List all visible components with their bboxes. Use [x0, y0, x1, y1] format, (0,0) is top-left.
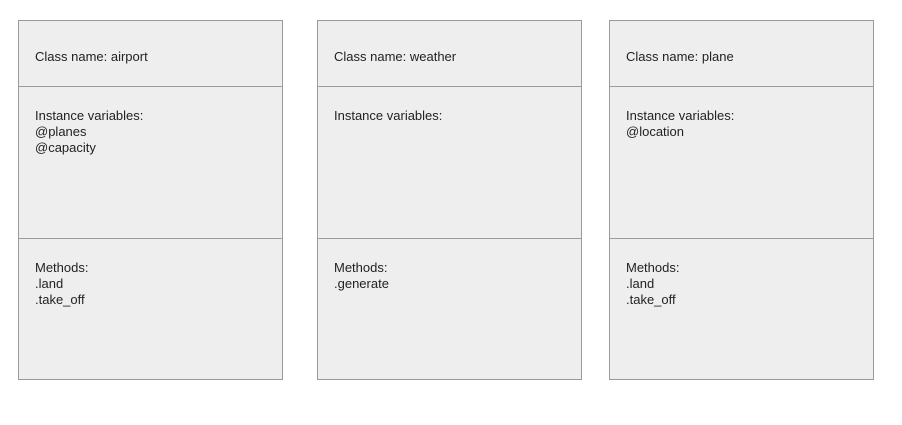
method: .land — [35, 276, 64, 291]
class-name-section: Class name: weather — [318, 21, 581, 86]
instance-variables-section: Instance variables: — [318, 86, 581, 238]
class-name-section: Class name: airport — [19, 21, 282, 86]
class-box-airport: Class name: airport Instance variables: … — [18, 20, 283, 380]
instance-variable: @planes — [35, 124, 87, 139]
class-name: Class name: airport — [35, 49, 148, 64]
instance-variables-section: Instance variables: @planes @capacity — [19, 86, 282, 238]
methods-section: Methods: .land .take_off — [610, 238, 873, 379]
instance-variables-label: Instance variables: — [35, 108, 144, 123]
class-name: Class name: plane — [626, 49, 734, 64]
instance-variables-label: Instance variables: — [626, 108, 735, 123]
method: .take_off — [626, 292, 676, 307]
method: .land — [626, 276, 655, 291]
method: .take_off — [35, 292, 85, 307]
methods-label: Methods: — [334, 260, 388, 275]
methods-label: Methods: — [35, 260, 89, 275]
methods-section: Methods: .land .take_off — [19, 238, 282, 379]
class-name: Class name: weather — [334, 49, 457, 64]
method: .generate — [334, 276, 389, 291]
class-box-plane: Class name: plane Instance variables: @l… — [609, 20, 874, 380]
instance-variable: @capacity — [35, 140, 96, 155]
class-name-section: Class name: plane — [610, 21, 873, 86]
instance-variables-label: Instance variables: — [334, 108, 443, 123]
instance-variables-section: Instance variables: @location — [610, 86, 873, 238]
methods-label: Methods: — [626, 260, 680, 275]
methods-section: Methods: .generate — [318, 238, 581, 379]
instance-variable: @location — [626, 124, 685, 139]
class-box-weather: Class name: weather Instance variables: … — [317, 20, 582, 380]
